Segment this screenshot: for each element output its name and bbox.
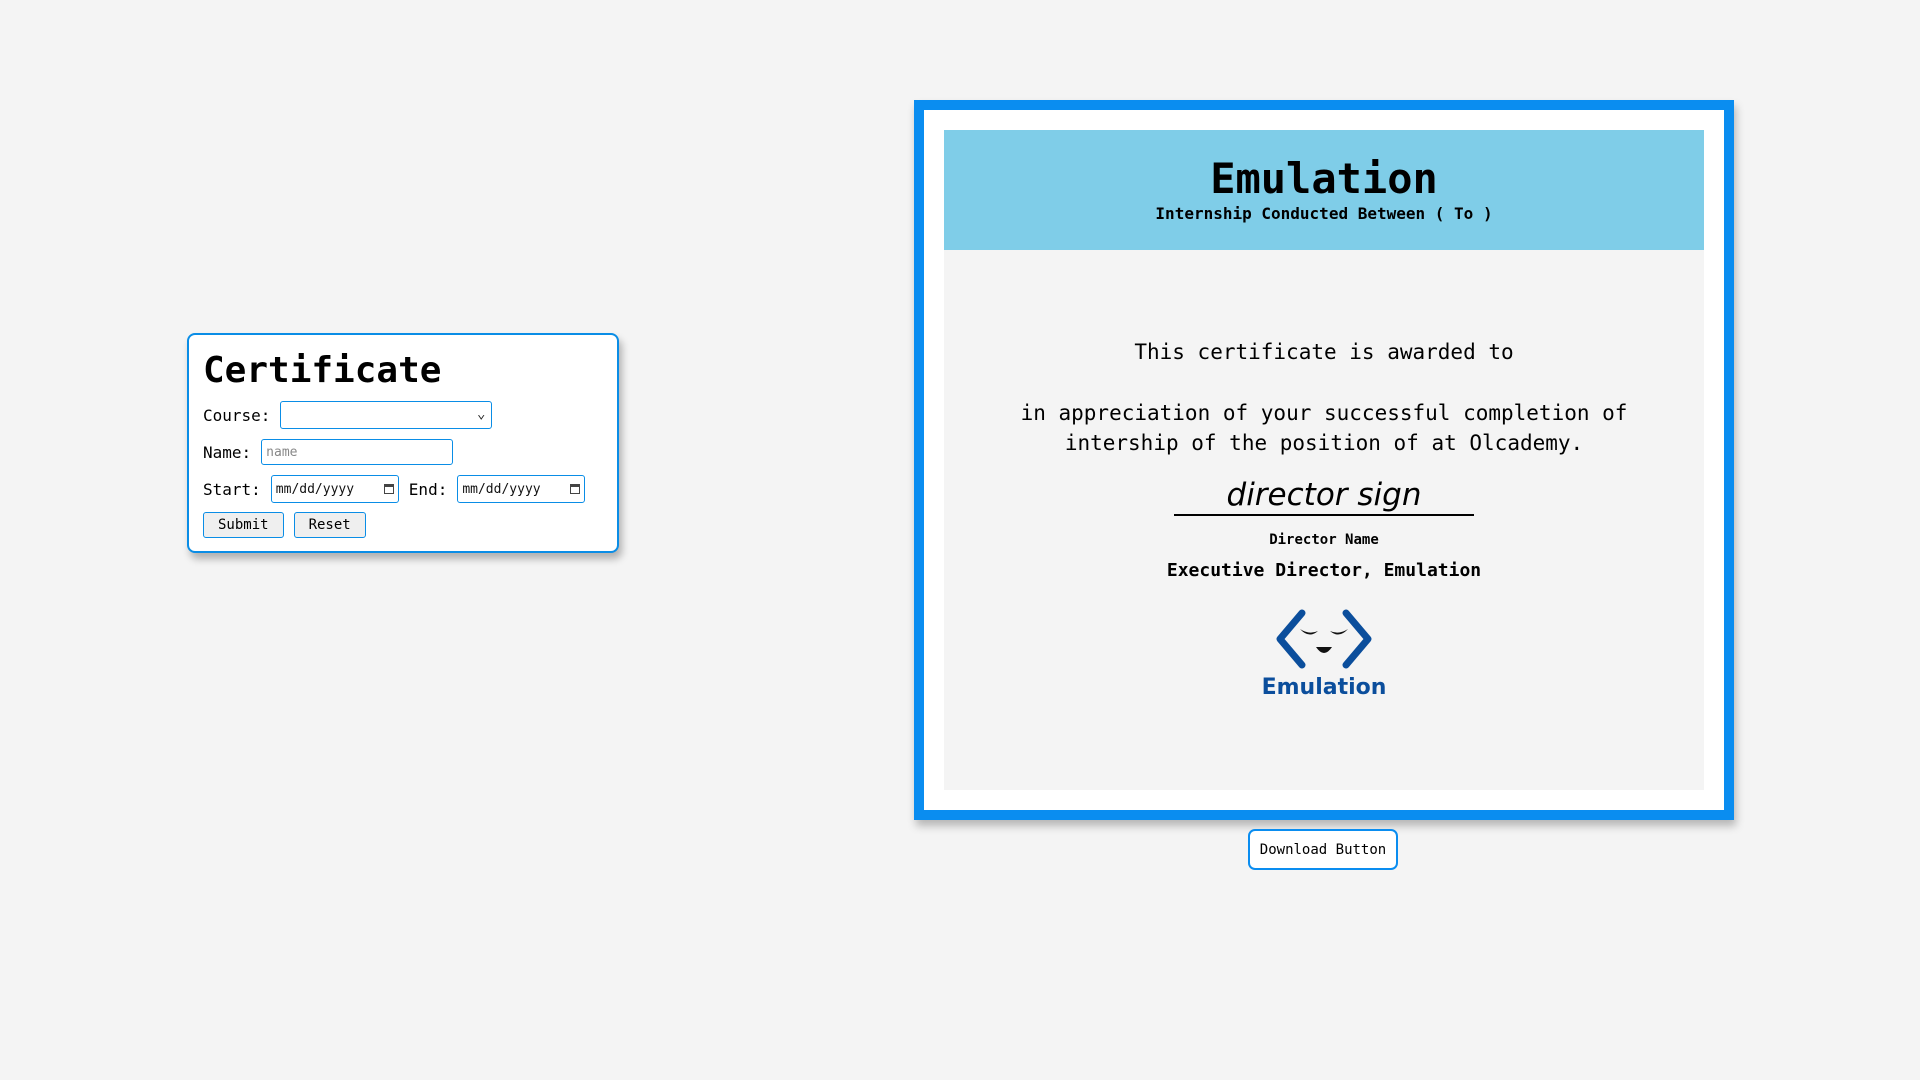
submit-button[interactable]: Submit [203,512,284,538]
calendar-icon[interactable] [570,484,581,494]
date-row: Start: mm/dd/yyyy End: mm/dd/yyyy [203,475,603,503]
end-label: End: [408,479,448,499]
course-select[interactable]: ⌄ [280,401,493,429]
start-date-input[interactable]: mm/dd/yyyy [270,475,399,503]
director-title: Executive Director, Emulation [1166,560,1482,581]
emulation-logo: Emulation [1254,609,1394,700]
certificate-body: Emulation Internship Conducted Between (… [944,130,1704,790]
name-row: Name: [203,438,603,466]
certificate-title: Emulation [1210,154,1438,203]
reset-button[interactable]: Reset [293,512,366,538]
form-title: Certificate [203,350,442,391]
director-name: Director Name [1269,532,1379,548]
awarded-text: This certificate is awarded to [1134,340,1514,364]
director-signature: director sign [1174,476,1474,516]
end-date-input[interactable]: mm/dd/yyyy [457,475,586,503]
name-input[interactable] [261,439,454,465]
certificate-subtitle: Internship Conducted Between ( To ) [1155,204,1493,223]
form-buttons: Submit Reset [203,512,603,538]
certificate-content: This certificate is awarded to in apprec… [944,340,1704,700]
course-label: Course: [203,405,271,425]
certificate-frame: Emulation Internship Conducted Between (… [914,100,1734,820]
logo-mark-icon [1276,609,1372,669]
end-date-placeholder: mm/dd/yyyy [462,481,541,497]
start-date-placeholder: mm/dd/yyyy [275,481,355,497]
certificate-header: Emulation Internship Conducted Between (… [944,130,1704,250]
certificate-form: Certificate Course: ⌄ Name: Start: mm/dd… [187,333,619,553]
calendar-icon[interactable] [383,484,394,494]
name-label: Name: [203,442,252,462]
course-row: Course: ⌄ [203,401,603,429]
appreciation-text: in appreciation of your successful compl… [1020,401,1628,455]
download-button[interactable]: Download Button [1248,829,1398,870]
chevron-down-icon: ⌄ [477,406,486,422]
logo-text: Emulation [1261,675,1387,700]
start-label: Start: [203,479,261,499]
